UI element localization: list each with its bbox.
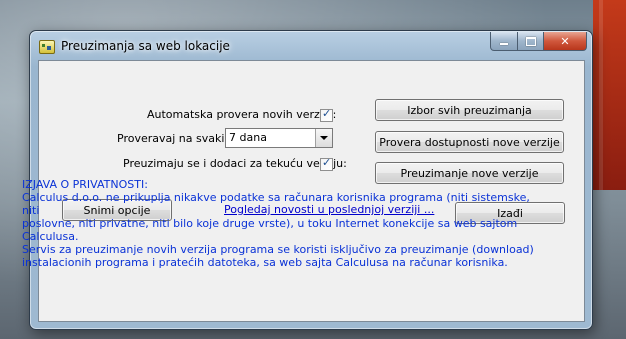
privacy-line: poslovne, niti privatne, niti bilo koje … (22, 217, 518, 243)
title-bar[interactable]: Preuzimanja sa web lokacije ✕ (30, 31, 592, 59)
addons-checkbox[interactable] (320, 156, 333, 171)
interval-value: 7 dana (229, 131, 267, 144)
auto-check-label: Automatska provera novih verzija: (147, 108, 337, 121)
privacy-statement: IZJAVA O PRIVATNOSTI: Calculus d.o.o. ne… (22, 178, 542, 269)
privacy-line: instalacionih programa i pratećih datote… (22, 256, 508, 269)
check-new-version-button[interactable]: Provera dostupnosti nove verzije (375, 131, 564, 153)
all-downloads-button[interactable]: Izbor svih preuzimanja (375, 99, 564, 121)
auto-check-checkbox[interactable] (320, 107, 333, 122)
calculus-app-icon (39, 40, 55, 54)
maximize-button[interactable] (517, 32, 544, 51)
privacy-heading: IZJAVA O PRIVATNOSTI: (22, 178, 148, 191)
minimize-icon (500, 43, 508, 45)
close-button[interactable]: ✕ (543, 32, 587, 51)
desktop-window-edge (593, 0, 626, 190)
close-icon: ✕ (560, 34, 570, 48)
window-title: Preuzimanja sa web lokacije (61, 39, 230, 53)
privacy-line: Calculus d.o.o. ne prikuplja nikakve pod… (22, 191, 530, 217)
privacy-line: Servis za preuzimanje novih verzija prog… (22, 243, 534, 256)
interval-select[interactable]: 7 dana (225, 128, 333, 148)
maximize-icon (525, 36, 536, 46)
chevron-down-icon[interactable] (315, 129, 332, 147)
addons-label: Preuzimaju se i dodaci za tekuću verziju… (123, 157, 347, 170)
minimize-button[interactable] (490, 32, 518, 51)
interval-label: Proveravaj na svakih: (117, 132, 236, 145)
